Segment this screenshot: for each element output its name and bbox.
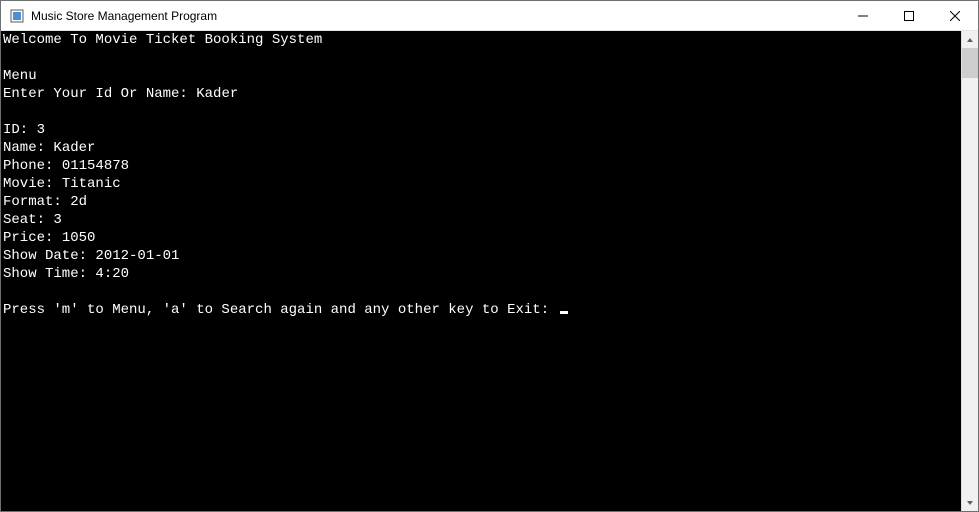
blank-line	[3, 103, 961, 121]
format-line: Format: 2d	[3, 193, 961, 211]
scroll-thumb[interactable]	[962, 48, 978, 78]
close-button[interactable]	[932, 1, 978, 30]
application-window: Music Store Management Program Welcome T…	[0, 0, 979, 512]
id-label: ID:	[3, 122, 37, 138]
prompt-line: Enter Your Id Or Name: Kader	[3, 85, 961, 103]
content-area: Welcome To Movie Ticket Booking System M…	[1, 31, 978, 511]
console-output[interactable]: Welcome To Movie Ticket Booking System M…	[1, 31, 961, 511]
movie-line: Movie: Titanic	[3, 175, 961, 193]
id-line: ID: 3	[3, 121, 961, 139]
showtime-line: Show Time: 4:20	[3, 265, 961, 283]
showdate-label: Show Date:	[3, 248, 95, 264]
minimize-button[interactable]	[840, 1, 886, 30]
showdate-value: 2012-01-01	[95, 248, 179, 264]
phone-label: Phone:	[3, 158, 62, 174]
price-value: 1050	[62, 230, 96, 246]
prompt-label: Enter Your Id Or Name:	[3, 86, 196, 102]
phone-value: 01154878	[62, 158, 129, 174]
menu-label: Menu	[3, 67, 961, 85]
name-value: Kader	[53, 140, 95, 156]
blank-line	[3, 49, 961, 67]
movie-label: Movie:	[3, 176, 62, 192]
footer-prompt-line: Press 'm' to Menu, 'a' to Search again a…	[3, 301, 961, 319]
footer-prompt: Press 'm' to Menu, 'a' to Search again a…	[3, 302, 558, 318]
vertical-scrollbar[interactable]	[961, 31, 978, 511]
scroll-track[interactable]	[962, 48, 978, 494]
window-controls	[840, 1, 978, 30]
welcome-text: Welcome To Movie Ticket Booking System	[3, 31, 961, 49]
cursor-icon	[560, 311, 568, 314]
blank-line	[3, 283, 961, 301]
prompt-value: Kader	[196, 86, 238, 102]
seat-value: 3	[53, 212, 61, 228]
format-value: 2d	[70, 194, 87, 210]
name-label: Name:	[3, 140, 53, 156]
showtime-label: Show Time:	[3, 266, 95, 282]
format-label: Format:	[3, 194, 70, 210]
scroll-down-button[interactable]	[962, 494, 978, 511]
phone-line: Phone: 01154878	[3, 157, 961, 175]
scroll-up-button[interactable]	[962, 31, 978, 48]
price-label: Price:	[3, 230, 62, 246]
id-value: 3	[37, 122, 45, 138]
showdate-line: Show Date: 2012-01-01	[3, 247, 961, 265]
seat-label: Seat:	[3, 212, 53, 228]
maximize-button[interactable]	[886, 1, 932, 30]
showtime-value: 4:20	[95, 266, 129, 282]
price-line: Price: 1050	[3, 229, 961, 247]
titlebar: Music Store Management Program	[1, 1, 978, 31]
seat-line: Seat: 3	[3, 211, 961, 229]
movie-value: Titanic	[62, 176, 121, 192]
app-icon	[9, 8, 25, 24]
window-title: Music Store Management Program	[31, 9, 840, 23]
name-line: Name: Kader	[3, 139, 961, 157]
